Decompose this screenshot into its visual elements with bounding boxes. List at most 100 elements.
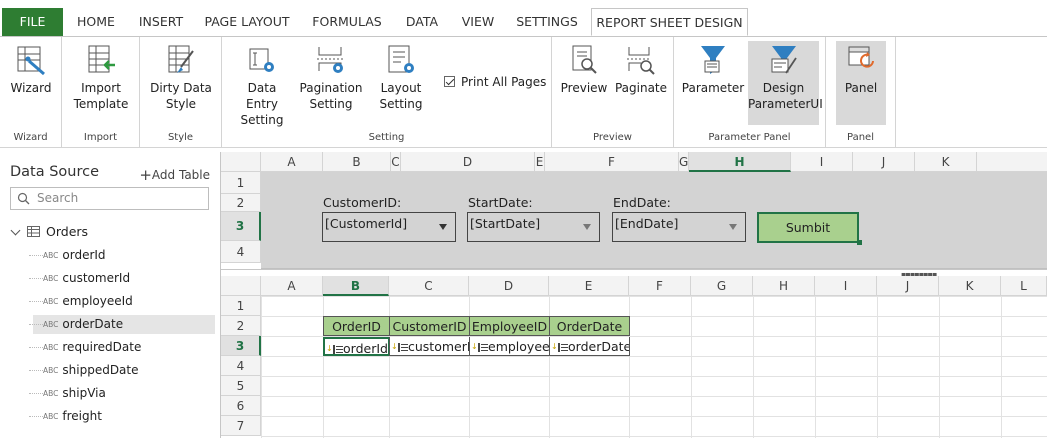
tree-table-orders[interactable]: Orders — [10, 224, 88, 239]
design-parameter-ui-button[interactable]: Design ParameterUI — [748, 41, 823, 125]
tree-field-requiredDate[interactable]: ABC requiredDate — [29, 338, 215, 357]
design-parameter-ui-label: Design ParameterUI — [748, 81, 823, 111]
ribbon-tabs: FILE HOME INSERT PAGE LAYOUT FORMULAS DA… — [0, 0, 1047, 36]
tab-home[interactable]: HOME — [68, 8, 124, 36]
report-header-cell[interactable]: CustomerID — [389, 316, 470, 336]
report-header-cell[interactable]: OrderID — [323, 316, 390, 336]
print-all-pages-label: Print All Pages — [461, 75, 547, 89]
tree-connector — [29, 255, 43, 256]
import-template-icon — [88, 45, 115, 73]
table-icon — [27, 226, 40, 237]
group-label-wizard: Wizard — [13, 132, 48, 143]
tab-page-layout[interactable]: PAGE LAYOUT — [198, 8, 296, 36]
tree-connector — [29, 416, 43, 417]
tree-field-orderId[interactable]: ABC orderId — [29, 246, 215, 265]
table-name: Orders — [46, 224, 89, 239]
add-table-button[interactable]: +Add Table — [139, 166, 210, 184]
group-style: Dirty Data Style Style — [140, 37, 222, 148]
group-label-preview: Preview — [593, 132, 632, 143]
group-wizard: Wizard Wizard — [0, 37, 62, 148]
add-table-label: Add Table — [151, 168, 210, 182]
tree-field-shippedDate[interactable]: ABC shippedDate — [29, 361, 215, 380]
dirty-data-style-button[interactable]: Dirty Data Style — [148, 43, 214, 112]
field-name: shippedDate — [62, 363, 139, 377]
string-type-icon: ABC — [43, 389, 59, 398]
group-panel: Panel Panel — [826, 37, 896, 148]
tree-field-employeeId[interactable]: ABC employeeId — [29, 292, 215, 311]
parameter-label: Parameter — [681, 81, 745, 95]
import-template-label: Import Template — [73, 81, 129, 111]
field-name: employeeId — [62, 294, 133, 308]
dirty-data-style-label: Dirty Data Style — [150, 81, 212, 111]
tree-field-customerId[interactable]: ABC customerId — [29, 269, 215, 288]
panel-label: Panel — [844, 81, 878, 95]
tree-connector — [29, 301, 43, 302]
report-field-cell[interactable]: ↓ orderDate — [549, 337, 630, 356]
field-binding: orderDate — [568, 339, 630, 354]
field-list-icon — [333, 345, 343, 354]
tree-field-orderDate[interactable]: ABC orderDate — [29, 315, 215, 334]
preview-icon — [572, 45, 597, 74]
group-setting: Data Entry Setting Pagination Setting La… — [222, 37, 552, 148]
data-entry-setting-button[interactable]: Data Entry Setting — [230, 43, 294, 128]
pagination-setting-label: Pagination Setting — [299, 81, 363, 111]
string-type-icon: ABC — [43, 366, 59, 375]
parameter-button[interactable]: Parameter — [680, 43, 746, 96]
group-label-style: Style — [167, 132, 194, 143]
layout-setting-button[interactable]: Layout Setting — [370, 43, 432, 112]
pagination-setting-icon — [317, 47, 343, 73]
pagination-setting-button[interactable]: Pagination Setting — [298, 43, 364, 112]
tab-data[interactable]: DATA — [397, 8, 447, 36]
report-field-cell[interactable]: ↓ employeeId — [469, 337, 550, 356]
group-import: Import Template Import — [62, 37, 140, 148]
field-binding: employeeId — [488, 339, 550, 354]
field-name: freight — [62, 409, 102, 423]
dirty-data-style-icon — [168, 45, 194, 73]
group-label-setting: Setting — [368, 132, 405, 143]
string-type-icon: ABC — [43, 343, 59, 352]
wizard-button[interactable]: Wizard — [4, 43, 58, 96]
expand-marker-icon: ↓ — [551, 342, 558, 351]
search-placeholder: Search — [37, 191, 79, 205]
field-name: orderDate — [62, 317, 124, 331]
tab-settings[interactable]: SETTINGS — [510, 8, 584, 36]
group-label-import: Import — [83, 132, 118, 143]
report-field-cell[interactable]: ↓ customerId — [389, 337, 470, 356]
import-template-button[interactable]: Import Template — [70, 43, 132, 112]
field-binding: orderId — [343, 341, 388, 356]
search-input[interactable]: Search — [10, 187, 209, 210]
tab-file[interactable]: FILE — [2, 8, 63, 36]
report-header-cell[interactable]: EmployeeID — [469, 316, 550, 336]
tab-formulas[interactable]: FORMULAS — [305, 8, 389, 36]
expand-marker-icon: ↓ — [326, 344, 333, 353]
tab-report-sheet-design[interactable]: REPORT SHEET DESIGN — [591, 8, 748, 36]
layout-setting-icon — [388, 45, 414, 73]
tree-connector — [29, 370, 43, 371]
tab-insert[interactable]: INSERT — [132, 8, 190, 36]
filter-icon — [701, 46, 725, 74]
data-entry-setting-icon — [249, 48, 274, 72]
report-field-cell[interactable]: ↓ orderId — [323, 337, 390, 356]
expand-marker-icon: ↓ — [391, 342, 398, 351]
panel-icon — [848, 46, 874, 68]
report-header-cell[interactable]: OrderDate — [549, 316, 630, 336]
paginate-button[interactable]: Paginate — [614, 43, 668, 96]
tree-connector — [29, 393, 43, 394]
tree-connector — [29, 347, 43, 348]
checkbox-checked-icon — [444, 76, 455, 87]
print-all-pages-checkbox[interactable]: Print All Pages — [444, 75, 546, 89]
string-type-icon: ABC — [43, 320, 59, 329]
field-list-icon — [398, 343, 408, 352]
string-type-icon: ABC — [43, 274, 59, 283]
field-list-icon — [558, 343, 568, 352]
chevron-down-icon — [10, 225, 21, 236]
tree-connector — [29, 324, 43, 325]
tab-view[interactable]: VIEW — [455, 8, 501, 36]
tree-connector — [29, 278, 43, 279]
tree-field-shipVia[interactable]: ABC shipVia — [29, 384, 215, 403]
panel-button[interactable]: Panel — [836, 41, 886, 125]
data-source-title: Data Source — [10, 164, 100, 180]
string-type-icon: ABC — [43, 251, 59, 260]
preview-button[interactable]: Preview — [560, 43, 608, 96]
tree-field-freight[interactable]: ABC freight — [29, 407, 215, 426]
